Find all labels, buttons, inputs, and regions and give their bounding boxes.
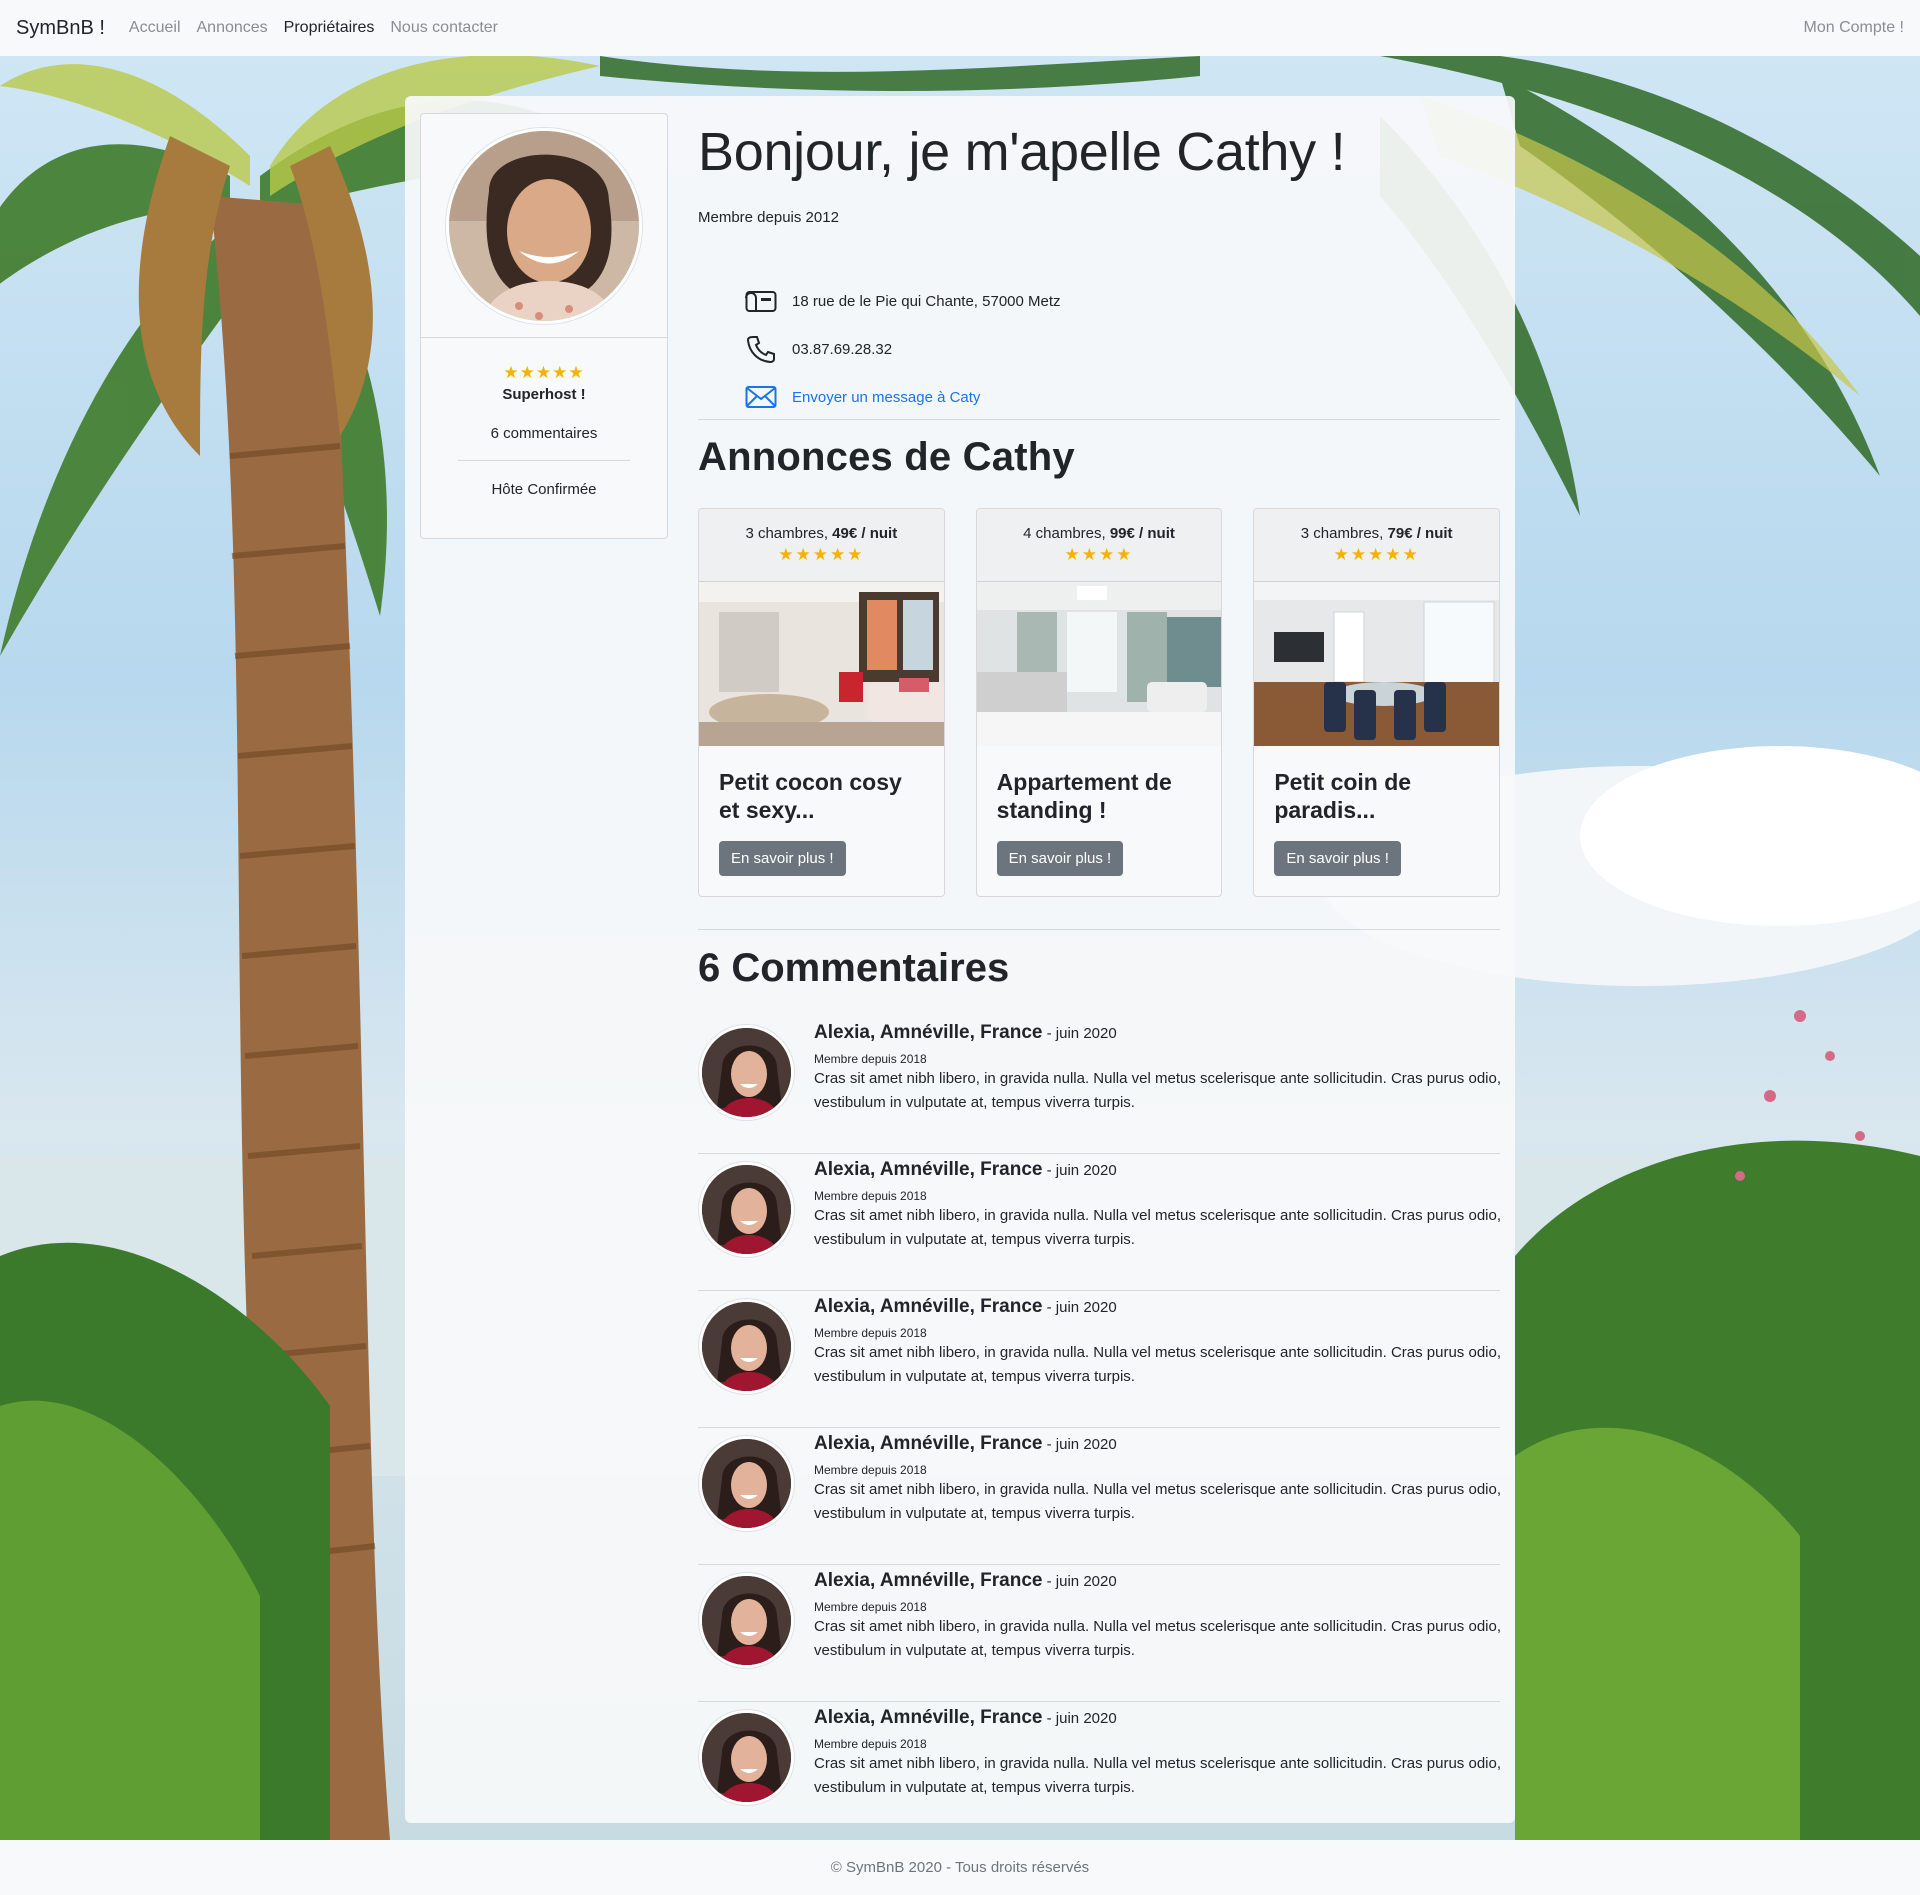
comment-date: - juin 2020 <box>1042 1573 1117 1590</box>
ad-rooms: 3 chambres, <box>745 525 828 542</box>
owner-avatar <box>446 127 642 324</box>
ad-price: 99€ / nuit <box>1109 525 1175 542</box>
profile-card: ★★★★★ Superhost ! 6 commentaires Hôte Co… <box>420 113 668 539</box>
comment-author: Alexia, Amnéville, France <box>814 1707 1043 1728</box>
address-text: 18 rue de le Pie qui Chante, 57000 Metz <box>792 292 1061 310</box>
ad-price: 79€ / nuit <box>1387 525 1453 542</box>
commenter-avatar <box>699 1025 794 1120</box>
navbar: SymBnB ! Accueil Annonces Propriétaires … <box>0 0 1920 56</box>
superhost-badge: Superhost ! <box>502 386 586 403</box>
comment-body: Cras sit amet nibh libero, in gravida nu… <box>814 1481 1501 1522</box>
address-row: 18 rue de le Pie qui Chante, 57000 Metz <box>744 277 1444 325</box>
comment-author: Alexia, Amnéville, France <box>814 1159 1043 1180</box>
send-message-link[interactable]: Envoyer un message à Caty <box>792 389 980 406</box>
comment-date: - juin 2020 <box>1042 1436 1117 1453</box>
comment-body: Cras sit amet nibh libero, in gravida nu… <box>814 1755 1501 1796</box>
ad-card: 3 chambres, 79€ / nuit ★★★★★ Petit coin … <box>1253 508 1501 897</box>
phone-row: 03.87.69.28.32 <box>744 325 1444 373</box>
nav-link-annonces[interactable]: Annonces <box>197 19 268 37</box>
footer: © SymBnB 2020 - Tous droits réservés <box>0 1840 1920 1895</box>
contact-info: 18 rue de le Pie qui Chante, 57000 Metz … <box>744 277 1444 421</box>
commenter-avatar <box>699 1436 794 1531</box>
commenter-member-since: Membre depuis 2018 <box>814 1463 927 1477</box>
comment-date: - juin 2020 <box>1042 1299 1117 1316</box>
comments-count: 6 commentaires <box>490 425 598 442</box>
more-info-button[interactable]: En savoir plus ! <box>1274 841 1401 876</box>
ad-photo[interactable] <box>976 582 1222 746</box>
commenter-avatar <box>699 1299 794 1394</box>
comment-item: Alexia, Amnéville, France - juin 2020 Me… <box>698 1565 1501 1702</box>
profile-avatar-wrapper <box>421 114 667 338</box>
phone-icon <box>744 334 778 364</box>
ad-rating-stars: ★★★★★ <box>778 545 865 564</box>
host-status: Hôte Confirmée <box>491 481 597 498</box>
commenter-member-since: Membre depuis 2018 <box>814 1052 927 1066</box>
commenter-member-since: Membre depuis 2018 <box>814 1326 927 1340</box>
ad-title[interactable]: Appartement de standing ! <box>997 768 1202 826</box>
comment-author: Alexia, Amnéville, France <box>814 1022 1043 1043</box>
message-row[interactable]: Envoyer un message à Caty <box>744 373 1444 421</box>
ad-rating-stars: ★★★★ <box>1064 545 1134 564</box>
ad-title[interactable]: Petit cocon cosy et sexy... <box>719 768 924 826</box>
envelope-icon <box>744 382 778 412</box>
ad-rooms: 3 chambres, <box>1300 525 1384 542</box>
comment-author: Alexia, Amnéville, France <box>814 1296 1043 1317</box>
comments-section-title: 6 Commentaires <box>698 946 1010 990</box>
ads-section-title: Annonces de Cathy <box>698 435 1075 479</box>
profile-divider <box>458 460 630 461</box>
ad-rating-stars: ★★★★★ <box>1333 545 1420 564</box>
commenter-avatar <box>699 1162 794 1257</box>
phone-text: 03.87.69.28.32 <box>792 340 893 358</box>
ad-card-header: 3 chambres, 79€ / nuit ★★★★★ <box>1254 509 1500 582</box>
comment-author: Alexia, Amnéville, France <box>814 1433 1043 1454</box>
ad-photo[interactable] <box>1254 582 1500 746</box>
rating-stars: ★★★★★ <box>503 363 585 382</box>
comment-body: Cras sit amet nibh libero, in gravida nu… <box>814 1344 1501 1385</box>
owner-details: Bonjour, je m'apelle Cathy ! Membre depu… <box>698 113 1501 1805</box>
commenter-avatar <box>699 1573 794 1668</box>
nav-link-accueil[interactable]: Accueil <box>129 19 181 37</box>
owner-photo <box>449 130 639 321</box>
account-menu[interactable]: Mon Compte ! <box>1804 19 1904 37</box>
commenter-member-since: Membre depuis 2018 <box>814 1189 927 1203</box>
commenter-member-since: Membre depuis 2018 <box>814 1737 927 1751</box>
member-since: Membre depuis 2012 <box>698 209 839 226</box>
ad-title[interactable]: Petit coin de paradis... <box>1274 768 1479 826</box>
ad-card-header: 4 chambres, 99€ / nuit ★★★★ <box>976 509 1222 582</box>
comment-item: Alexia, Amnéville, France - juin 2020 Me… <box>698 1291 1501 1428</box>
comment-date: - juin 2020 <box>1042 1162 1117 1179</box>
ads-list: 3 chambres, 49€ / nuit ★★★★★ Petit cocon… <box>698 508 1501 897</box>
more-info-button[interactable]: En savoir plus ! <box>996 841 1124 876</box>
divider <box>698 929 1500 930</box>
mailbox-icon <box>744 286 778 316</box>
commenter-member-since: Membre depuis 2018 <box>814 1600 927 1614</box>
comment-body: Cras sit amet nibh libero, in gravida nu… <box>814 1070 1501 1111</box>
ad-card-header: 3 chambres, 49€ / nuit ★★★★★ <box>699 509 944 582</box>
comment-author: Alexia, Amnéville, France <box>814 1570 1043 1591</box>
comment-item: Alexia, Amnéville, France - juin 2020 Me… <box>698 1702 1501 1839</box>
more-info-button[interactable]: En savoir plus ! <box>719 841 846 876</box>
copyright-text: © SymBnB 2020 - Tous droits réservés <box>830 1859 1090 1876</box>
comment-body: Cras sit amet nibh libero, in gravida nu… <box>814 1618 1501 1659</box>
comment-item: Alexia, Amnéville, France - juin 2020 Me… <box>698 1017 1501 1154</box>
nav-link-proprietaires[interactable]: Propriétaires <box>284 19 375 37</box>
ad-card: 4 chambres, 99€ / nuit ★★★★ Appartement … <box>975 508 1223 897</box>
comment-item: Alexia, Amnéville, France - juin 2020 Me… <box>698 1154 1501 1291</box>
comment-item: Alexia, Amnéville, France - juin 2020 Me… <box>698 1428 1501 1565</box>
comment-date: - juin 2020 <box>1042 1025 1117 1042</box>
comment-date: - juin 2020 <box>1042 1710 1117 1727</box>
comments-list: Alexia, Amnéville, France - juin 2020 Me… <box>698 1017 1501 1839</box>
page-title: Bonjour, je m'apelle Cathy ! <box>698 122 1346 182</box>
divider <box>698 419 1500 420</box>
brand-logo[interactable]: SymBnB ! <box>16 17 105 40</box>
nav-link-contact[interactable]: Nous contacter <box>390 19 498 37</box>
comment-body: Cras sit amet nibh libero, in gravida nu… <box>814 1207 1501 1248</box>
ad-card: 3 chambres, 49€ / nuit ★★★★★ Petit cocon… <box>698 508 945 897</box>
commenter-avatar <box>699 1710 794 1805</box>
ad-price: 49€ / nuit <box>832 525 898 542</box>
ad-rooms: 4 chambres, <box>1023 525 1106 542</box>
ad-photo[interactable] <box>699 582 944 746</box>
